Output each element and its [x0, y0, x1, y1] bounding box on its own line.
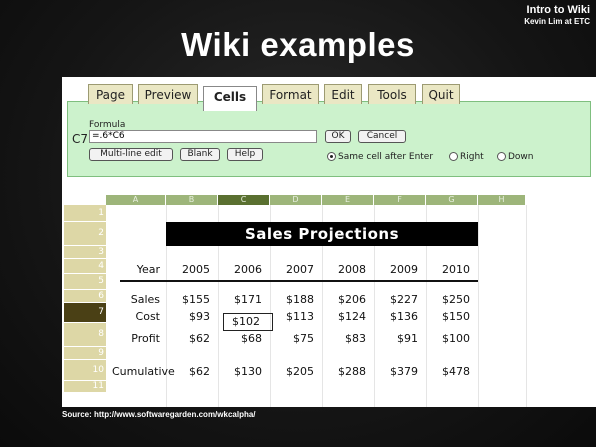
- row-header-2[interactable]: 2: [64, 222, 106, 245]
- radio-down-label: Down: [508, 152, 534, 162]
- sales-cell[interactable]: $250: [426, 293, 470, 306]
- year-cell[interactable]: 2009: [374, 263, 418, 276]
- cumulative-cell[interactable]: $288: [322, 365, 366, 378]
- tab-quit[interactable]: Quit: [422, 84, 460, 104]
- row-header-7[interactable]: 7: [64, 303, 106, 322]
- header-rule: [120, 280, 478, 282]
- formula-panel: Formula C7 =.6*C6 OK Cancel Multi-line e…: [67, 101, 591, 177]
- tab-preview[interactable]: Preview: [138, 84, 198, 104]
- row-header-8[interactable]: 8: [64, 323, 106, 346]
- row-header-11[interactable]: 11: [64, 381, 106, 392]
- year-label: Year: [136, 263, 160, 276]
- profit-cell[interactable]: $75: [270, 332, 314, 345]
- radio-right[interactable]: Right: [449, 152, 484, 162]
- radio-same-cell-label: Same cell after Enter: [338, 152, 434, 162]
- cost-label: Cost: [135, 310, 160, 323]
- radio-down[interactable]: Down: [497, 152, 534, 162]
- row-header-10[interactable]: 10: [64, 360, 106, 380]
- tab-format[interactable]: Format: [262, 84, 319, 104]
- cumulative-cell[interactable]: $205: [270, 365, 314, 378]
- column-header-b[interactable]: B: [166, 195, 217, 205]
- column-header-f[interactable]: F: [374, 195, 425, 205]
- profit-cell[interactable]: $83: [322, 332, 366, 345]
- spreadsheet-grid: ABCDEFGH 1 2 3 4 5 6 7 8 9 10 11 Sales Projections…: [62, 177, 596, 407]
- sales-cell[interactable]: $227: [374, 293, 418, 306]
- row-header-5[interactable]: 5: [64, 274, 106, 289]
- cumulative-label: Cumulative: [112, 365, 175, 378]
- slide-title: Wiki examples: [181, 26, 415, 63]
- sales-projections-banner: Sales Projections: [166, 222, 478, 246]
- cumulative-cell[interactable]: $130: [218, 365, 262, 378]
- blank-button[interactable]: Blank: [180, 148, 220, 161]
- source-caption: Source: http://www.softwaregarden.com/wk…: [62, 410, 256, 419]
- column-header-e[interactable]: E: [322, 195, 373, 205]
- cumulative-cell[interactable]: $478: [426, 365, 470, 378]
- row-header-4[interactable]: 4: [64, 259, 106, 273]
- profit-cell[interactable]: $62: [166, 332, 210, 345]
- cumulative-cell[interactable]: $62: [166, 365, 210, 378]
- ok-button[interactable]: OK: [325, 130, 351, 143]
- column-header-h[interactable]: H: [478, 195, 525, 205]
- cost-cell[interactable]: $113: [270, 310, 314, 323]
- profit-cell[interactable]: $100: [426, 332, 470, 345]
- radio-empty-icon: [449, 152, 458, 161]
- multi-line-edit-button[interactable]: Multi-line edit: [89, 148, 173, 161]
- profit-cell[interactable]: $68: [218, 332, 262, 345]
- radio-right-label: Right: [460, 152, 484, 162]
- cost-cell[interactable]: $124: [322, 310, 366, 323]
- year-cell[interactable]: 2005: [166, 263, 210, 276]
- help-button[interactable]: Help: [227, 148, 263, 161]
- active-cell-c7[interactable]: [223, 313, 273, 331]
- year-cell[interactable]: 2006: [218, 263, 262, 276]
- column-header-d[interactable]: D: [270, 195, 321, 205]
- column-header-c[interactable]: C: [218, 195, 269, 205]
- grid-line: [526, 205, 527, 407]
- sales-label: Sales: [130, 293, 160, 306]
- radio-empty-icon: [497, 152, 506, 161]
- column-header-g[interactable]: G: [426, 195, 477, 205]
- corner-course-title: Intro to Wiki: [526, 4, 590, 16]
- year-cell[interactable]: 2010: [426, 263, 470, 276]
- cumulative-cell[interactable]: $379: [374, 365, 418, 378]
- sales-cell[interactable]: $188: [270, 293, 314, 306]
- tab-cells[interactable]: Cells: [203, 86, 257, 111]
- cancel-button[interactable]: Cancel: [358, 130, 406, 143]
- sales-cell[interactable]: $206: [322, 293, 366, 306]
- corner-author: Kevin Lim at ETC: [524, 17, 590, 26]
- radio-same-cell[interactable]: Same cell after Enter: [327, 152, 433, 162]
- formula-cell-ref: C7: [72, 132, 89, 146]
- profit-label: Profit: [131, 332, 160, 345]
- wiki-screenshot: Formula C7 =.6*C6 OK Cancel Multi-line e…: [62, 77, 596, 407]
- tab-tools[interactable]: Tools: [368, 84, 416, 104]
- sales-cell[interactable]: $171: [218, 293, 262, 306]
- cost-cell[interactable]: $150: [426, 310, 470, 323]
- slide-corner-caption: Intro to Wiki Kevin Lim at ETC: [524, 4, 590, 27]
- formula-input[interactable]: =.6*C6: [89, 130, 317, 143]
- sales-cell[interactable]: $155: [166, 293, 210, 306]
- wiki-toolbar: Formula C7 =.6*C6 OK Cancel Multi-line e…: [62, 77, 596, 177]
- cost-cell[interactable]: $93: [166, 310, 210, 323]
- formula-label: Formula: [89, 120, 126, 130]
- profit-cell[interactable]: $91: [374, 332, 418, 345]
- tab-page[interactable]: Page: [88, 84, 133, 104]
- row-header-1[interactable]: 1: [64, 205, 106, 221]
- radio-selected-icon: [327, 152, 336, 161]
- tab-edit[interactable]: Edit: [324, 84, 362, 104]
- row-header-9[interactable]: 9: [64, 347, 106, 359]
- column-header-a[interactable]: A: [106, 195, 165, 205]
- year-cell[interactable]: 2008: [322, 263, 366, 276]
- row-header-6[interactable]: 6: [64, 290, 106, 302]
- grid-line: [478, 205, 479, 407]
- year-cell[interactable]: 2007: [270, 263, 314, 276]
- row-header-3[interactable]: 3: [64, 246, 106, 258]
- cost-cell[interactable]: $136: [374, 310, 418, 323]
